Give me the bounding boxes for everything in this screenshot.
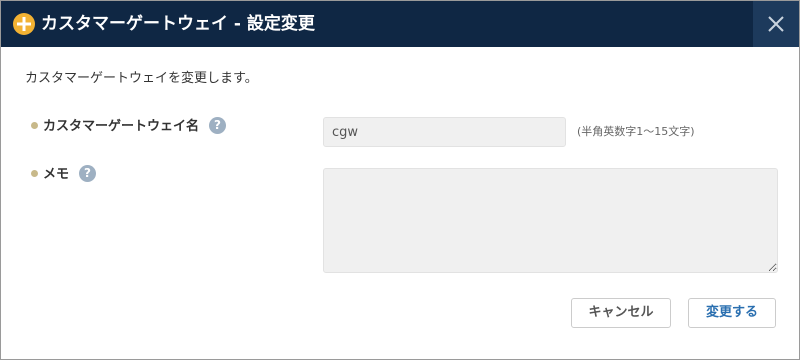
submit-button[interactable]: 変更する — [688, 298, 776, 328]
close-icon — [768, 16, 784, 32]
bullet-icon — [31, 170, 38, 177]
memo-textarea[interactable] — [323, 168, 778, 273]
dialog-title: カスタマーゲートウェイ - 設定変更 — [41, 14, 315, 34]
help-icon[interactable]: ? — [209, 116, 227, 134]
name-field-label-row: カスタマーゲートウェイ名? — [31, 116, 227, 137]
cancel-button[interactable]: キャンセル — [571, 298, 671, 328]
gateway-name-input[interactable] — [323, 117, 566, 147]
close-button[interactable] — [753, 1, 799, 47]
dialog-titlebar: カスタマーゲートウェイ - 設定変更 — [1, 1, 799, 47]
memo-field-label-row: メモ? — [31, 164, 97, 185]
name-field-label: カスタマーゲートウェイ名 — [43, 119, 200, 134]
bullet-icon — [31, 122, 38, 129]
dialog: カスタマーゲートウェイ - 設定変更 カスタマーゲートウェイを変更します。 カス… — [0, 0, 800, 360]
name-field-hint: (半角英数字1〜15文字) — [577, 125, 695, 138]
dialog-description: カスタマーゲートウェイを変更します。 — [25, 71, 258, 86]
memo-field-label: メモ — [43, 167, 70, 182]
crosshair-gateway-icon — [13, 13, 35, 35]
help-icon[interactable]: ? — [79, 164, 97, 182]
